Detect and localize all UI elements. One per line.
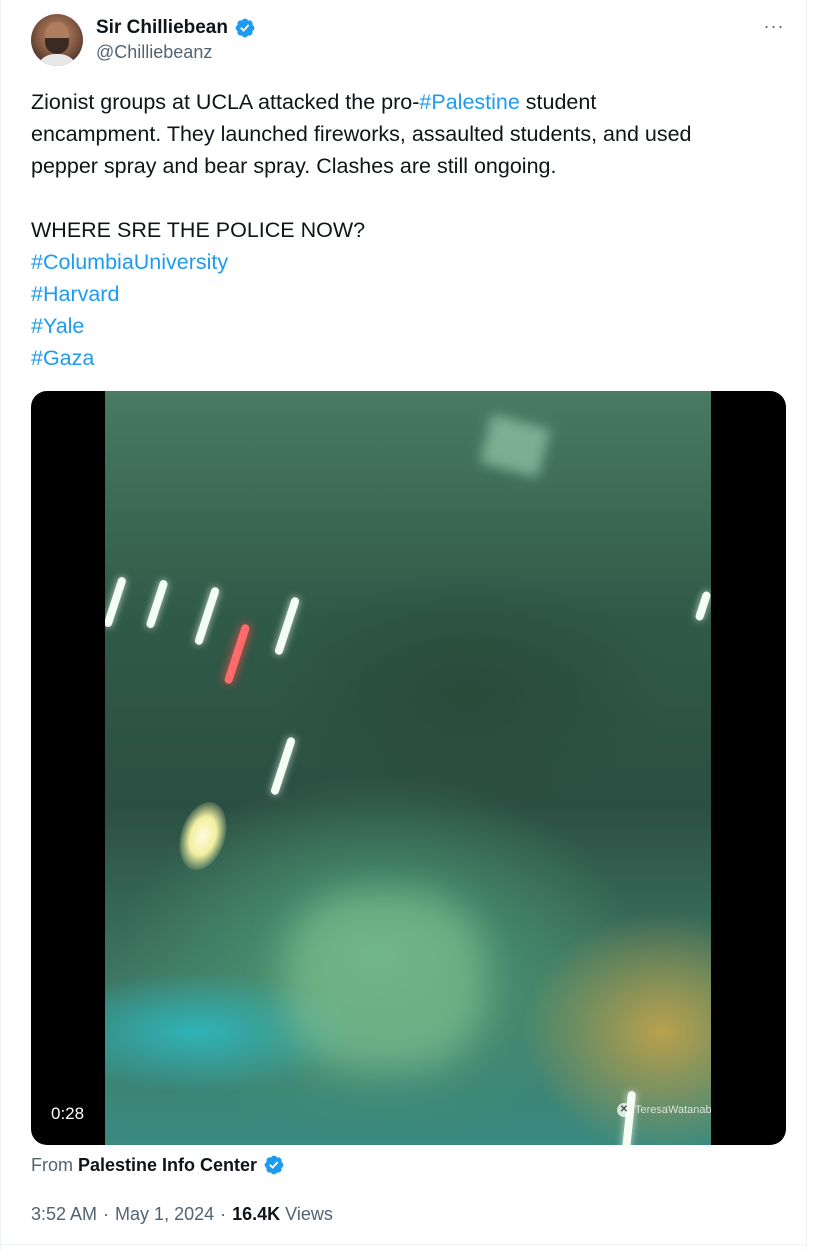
- hashtag-link[interactable]: #Yale: [31, 314, 84, 338]
- watermark-text: TeresaWatanabe: [635, 1104, 711, 1116]
- tweet-text: Zionist groups at UCLA attacked the pro-…: [31, 86, 771, 374]
- verified-badge-icon[interactable]: [263, 1154, 285, 1176]
- light-streak: [269, 736, 297, 796]
- tweet-text-segment: encampment. They launched fireworks, ass…: [31, 122, 692, 146]
- source-name[interactable]: Palestine Info Center: [78, 1155, 257, 1176]
- video-blur-shape: [479, 414, 551, 478]
- author-handle[interactable]: @Chilliebeanz: [96, 42, 212, 63]
- hashtag-link[interactable]: #Gaza: [31, 346, 94, 370]
- tweet-text-line: encampment. They launched fireworks, ass…: [31, 118, 771, 150]
- hashtag-link[interactable]: #Palestine: [419, 90, 519, 114]
- tweet-time[interactable]: 3:52 AM: [31, 1204, 97, 1225]
- tweet-text-segment: pepper spray and bear spray. Clashes are…: [31, 154, 557, 178]
- source-attribution: From Palestine Info Center: [31, 1151, 285, 1179]
- tweet-text-line: #ColumbiaUniversity: [31, 246, 771, 278]
- source-prefix: From: [31, 1154, 73, 1175]
- separator: ·: [103, 1203, 110, 1224]
- video-watermark: ✕ TeresaWatanabe: [617, 1103, 711, 1117]
- tweet-meta: 3:52 AM · May 1, 2024 · 16.4K Views: [31, 1200, 333, 1228]
- tweet-text-segment: WHERE SRE THE POLICE NOW?: [31, 218, 366, 242]
- author-display-name[interactable]: Sir Chilliebean: [96, 17, 228, 39]
- video-duration: 0:28: [43, 1101, 93, 1127]
- card-border-bottom: [0, 1244, 807, 1245]
- video-frame[interactable]: red. ✕ TeresaWatanabe: [105, 391, 711, 1145]
- tweet-text-blank-line: [31, 182, 771, 214]
- tweet-date[interactable]: May 1, 2024: [115, 1204, 214, 1225]
- bright-glow: [171, 795, 235, 877]
- tweet-text-line: #Gaza: [31, 342, 771, 374]
- light-streak-red: [223, 623, 251, 685]
- video-blur-shape: [285, 891, 485, 1071]
- light-streak: [621, 1090, 637, 1145]
- light-streak: [105, 576, 127, 628]
- separator: ·: [220, 1203, 227, 1224]
- tweet-text-segment: student: [519, 90, 597, 114]
- x-logo-icon: ✕: [617, 1103, 631, 1117]
- light-streak: [694, 590, 711, 622]
- hashtag-link[interactable]: #Harvard: [31, 282, 119, 306]
- tweet-text-line: #Harvard: [31, 278, 771, 310]
- views-label: Views: [285, 1203, 333, 1224]
- avatar-shirt: [35, 54, 79, 66]
- light-streak: [145, 578, 169, 630]
- card-border-left: [0, 0, 1, 1250]
- tweet-text-line: Zionist groups at UCLA attacked the pro-…: [31, 86, 771, 118]
- light-streak: [193, 586, 221, 646]
- tweet-text-line: WHERE SRE THE POLICE NOW?: [31, 214, 771, 246]
- light-streak: [273, 596, 301, 656]
- verified-badge-icon[interactable]: [234, 17, 256, 39]
- avatar-beard: [45, 38, 69, 54]
- more-options-icon[interactable]: ···: [760, 14, 788, 38]
- video-player[interactable]: red. ✕ TeresaWatanabe 0:28: [31, 391, 786, 1145]
- author-name-row: Sir Chilliebean: [96, 14, 256, 42]
- avatar[interactable]: [31, 14, 83, 66]
- views-count: 16.4K: [232, 1203, 281, 1224]
- tweet-text-segment: Zionist groups at UCLA attacked the pro-: [31, 90, 420, 114]
- hashtag-link[interactable]: #ColumbiaUniversity: [31, 250, 228, 274]
- tweet-text-line: pepper spray and bear spray. Clashes are…: [31, 150, 771, 182]
- card-border-right: [806, 0, 807, 1250]
- tweet-text-line: #Yale: [31, 310, 771, 342]
